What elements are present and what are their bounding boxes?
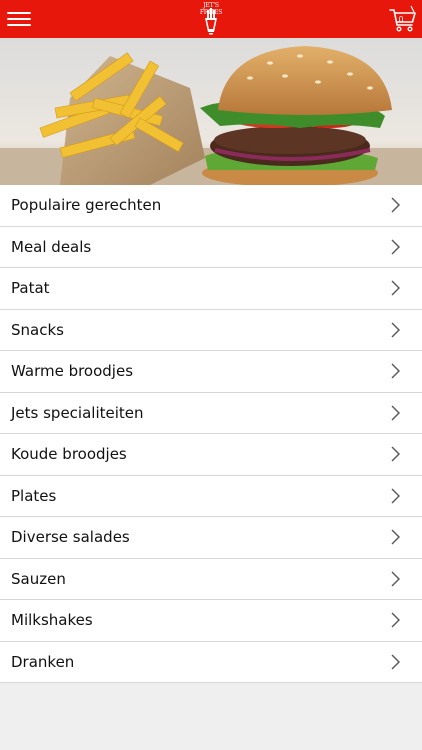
hamburger-menu-icon[interactable] [7,10,31,28]
shopping-cart-button[interactable]: 0 [388,4,418,34]
category-label: Plates [11,486,57,505]
category-label: Meal deals [11,237,92,256]
chevron-right-icon [391,197,400,213]
chevron-right-icon [391,405,400,420]
category-item[interactable]: Meal deals [0,226,422,268]
chevron-right-icon [391,322,400,337]
category-item[interactable]: Dranken [0,641,422,683]
brand-logo: JET'S FRITES [196,2,226,36]
category-label: Snacks [11,320,64,339]
category-item[interactable]: Snacks [0,309,422,351]
chevron-right-icon [391,529,400,545]
category-item[interactable]: Patat [0,268,422,310]
chevron-right-icon [391,654,400,669]
category-item[interactable]: Plates [0,475,422,517]
chevron-right-icon [391,571,400,586]
category-item[interactable]: Koude broodjes [0,434,422,476]
category-label: Populaire gerechten [11,196,162,214]
category-item[interactable]: Jets specialiteiten [0,392,422,434]
chevron-right-icon [391,239,400,254]
cart-count-badge: 0 [398,15,404,24]
chevron-right-icon [391,280,400,296]
hero-image [0,38,422,185]
top-bar: JET'S FRITES 0 [0,0,422,38]
category-label: Dranken [11,652,75,671]
category-label: Milkshakes [11,611,93,629]
category-item[interactable]: Populaire gerechten [0,185,422,227]
logo-wordmark: JET'S FRITES [199,2,223,16]
chevron-right-icon [391,446,400,462]
category-item[interactable]: Milkshakes [0,600,422,642]
category-label: Warme broodjes [11,362,134,380]
category-label: Koude broodjes [11,445,127,463]
category-label: Patat [11,279,50,297]
chevron-right-icon [391,612,400,628]
category-item[interactable]: Sauzen [0,558,422,600]
app-screen: JET'S FRITES 0 Populaire gerechten Meal … [0,0,422,750]
category-list: Populaire gerechten Meal deals Patat Snacks… [0,185,422,683]
chevron-right-icon [391,363,400,379]
category-label: Diverse salades [11,528,130,546]
category-item[interactable]: Diverse salades [0,517,422,559]
chevron-right-icon [391,488,400,503]
burger-and-fries-photo [0,38,422,185]
category-label: Sauzen [11,569,66,588]
category-item[interactable]: Warme broodjes [0,351,422,393]
category-label: Jets specialiteiten [11,403,144,422]
